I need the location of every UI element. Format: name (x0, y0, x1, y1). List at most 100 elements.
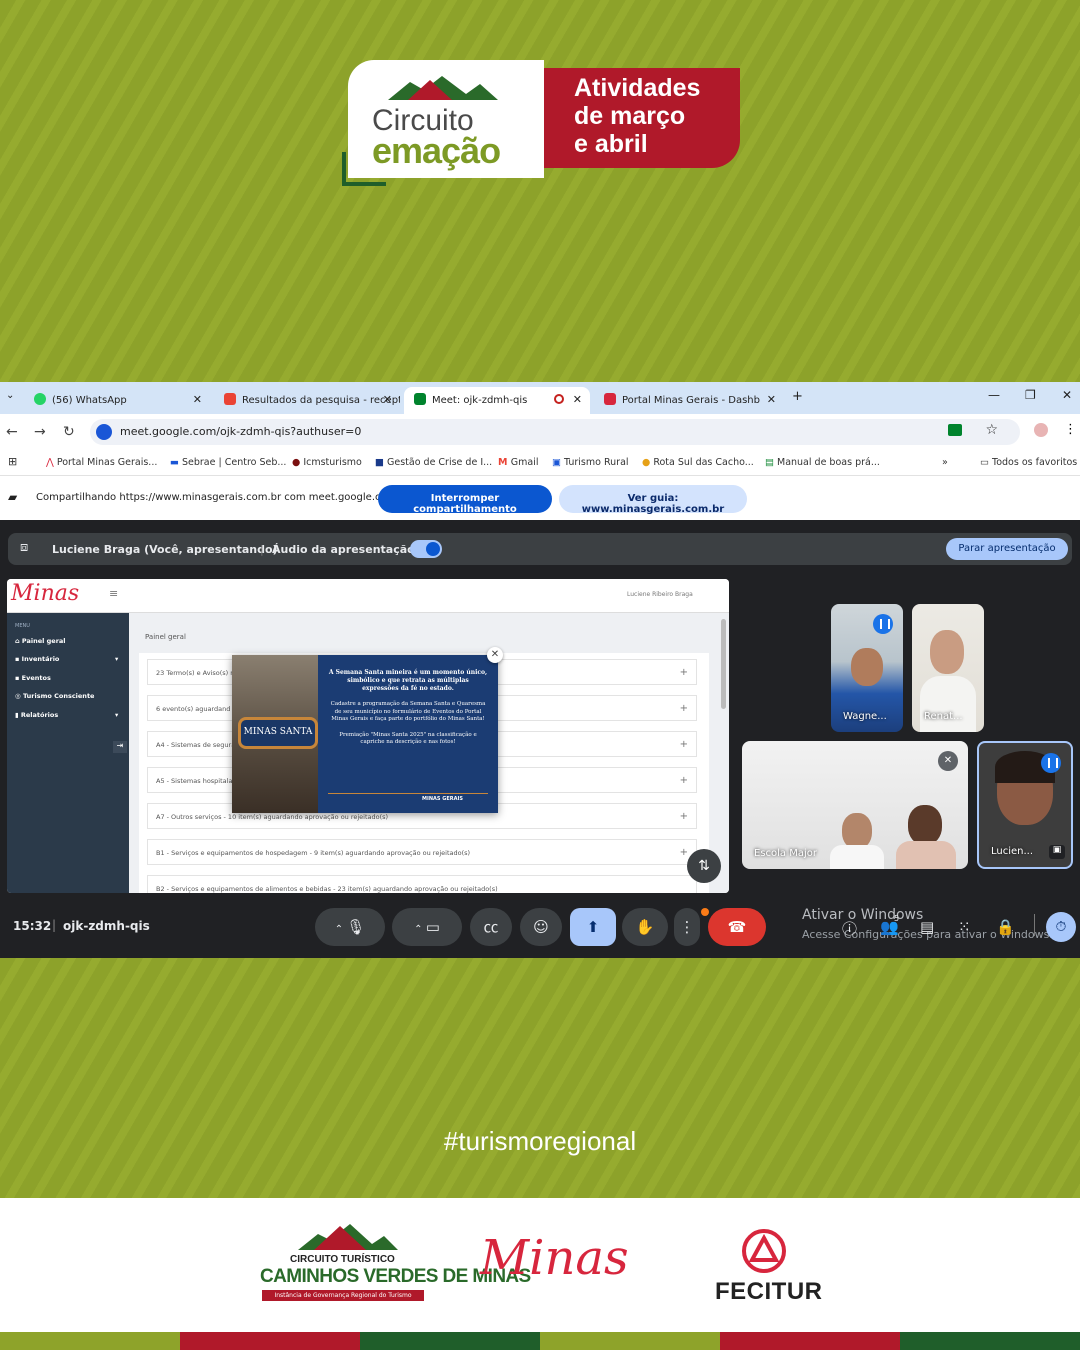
back-icon[interactable]: ← (6, 424, 18, 440)
circuito-mountain-logo (298, 1224, 398, 1250)
bookmark-item[interactable]: ● Rota Sul das Cacho... (642, 457, 754, 468)
tab-search-icon[interactable]: ⌄ (6, 390, 14, 401)
bookmark-item[interactable]: ▤ Manual de boas prá... (765, 457, 880, 468)
minimize-icon[interactable]: — (988, 388, 1000, 402)
participant-tile[interactable]: Lucien... ▣ (977, 741, 1073, 869)
bookmark-item[interactable]: ■ Gestão de Crise de I... (375, 457, 492, 468)
emoji-button[interactable]: ☺ (520, 908, 562, 946)
participant-tile[interactable]: ✕ Escola Major (742, 741, 968, 869)
raise-hand-button[interactable]: ✋ (622, 908, 668, 946)
chat-icon[interactable]: ▤ (920, 918, 934, 936)
close-icon[interactable]: ✕ (573, 393, 582, 406)
tab-meet[interactable]: Meet: ojk-zdmh-qis ✕ (404, 387, 590, 414)
site-info-icon[interactable] (96, 424, 112, 440)
captions-button[interactable]: ㏄ (470, 908, 512, 946)
popup-close-button[interactable]: ✕ (487, 647, 503, 663)
minas-icon: ⋀ (46, 457, 57, 468)
meeting-code: ojk-zdmh-qis (63, 919, 150, 933)
close-icon[interactable]: ✕ (383, 393, 392, 406)
hamburger-icon[interactable]: ≡ (109, 587, 118, 600)
participant-count: 5 (894, 914, 900, 923)
stop-presenting-button[interactable]: Parar apresentação (946, 538, 1068, 560)
mic-button[interactable]: ⌃ 🎙 (315, 908, 385, 946)
participant-tile[interactable]: Renat... (912, 604, 984, 732)
plus-icon[interactable]: + (680, 739, 688, 750)
view-tab-button[interactable]: Ver guia: www.minasgerais.com.br (559, 485, 747, 515)
profile-avatar[interactable] (1034, 423, 1048, 437)
tab-portal[interactable]: Portal Minas Gerais - Dashb ✕ (594, 387, 784, 414)
pip-icon[interactable]: ▣ (1049, 845, 1065, 859)
url-input[interactable]: meet.google.com/ojk-zdmh-qis?authuser=0 … (90, 419, 1020, 445)
reload-icon[interactable]: ↻ (63, 424, 75, 440)
new-tab-icon[interactable]: + (792, 389, 803, 404)
participant-name: Lucien... (991, 846, 1034, 857)
bookmark-item[interactable]: ▬ Sebrae | Centro Seb... (170, 457, 286, 468)
sidebar-item-relatorios[interactable]: ▮ Relatórios (15, 711, 58, 719)
collapse-icon[interactable]: ⇥ (113, 741, 127, 753)
close-icon[interactable]: ✕ (193, 393, 202, 406)
more-bookmarks-icon[interactable]: » (942, 457, 948, 468)
forward-icon[interactable]: → (34, 424, 46, 440)
screen-share-icon: ▰ (8, 490, 18, 504)
sidebar-item-inventario[interactable]: ▪ Inventário (15, 655, 59, 663)
activities-icon[interactable]: ⁙ (958, 918, 971, 936)
stripe (720, 1332, 900, 1350)
swap-icon[interactable]: ⇅ (687, 849, 721, 883)
lock-icon[interactable]: 🔒 (996, 918, 1015, 936)
address-bar: ← → ↻ meet.google.com/ojk-zdmh-qis?authu… (0, 414, 1080, 450)
timer-icon[interactable]: ⏱ (1046, 912, 1076, 942)
kebab-menu-icon[interactable]: ⋮ (1064, 422, 1077, 437)
bookmark-item[interactable]: ● Icmsturismo (292, 457, 362, 468)
restore-icon[interactable]: ❐ (1025, 388, 1036, 402)
plus-icon[interactable]: + (680, 775, 688, 786)
minas-logo: Minas (480, 1230, 629, 1286)
all-bookmarks[interactable]: ▭ Todos os favoritos (980, 457, 1077, 468)
home-icon: ⌂ (15, 637, 22, 645)
more-options-button[interactable]: ⋮ (674, 908, 700, 946)
star-icon[interactable]: ☆ (985, 422, 998, 438)
tab-label: Portal Minas Gerais - Dashb (622, 395, 760, 406)
sidebar-item-painel[interactable]: ⌂ Painel geral (15, 637, 66, 645)
minas-santa-badge: MINAS SANTA (238, 717, 318, 749)
plus-icon[interactable]: + (680, 667, 688, 678)
tab-label: Meet: ojk-zdmh-qis (432, 395, 528, 406)
bookmark-item[interactable]: ▣ Turismo Rural (552, 457, 629, 468)
bookmark-item[interactable]: M Gmail (498, 457, 538, 468)
apps-icon[interactable]: ⊞ (8, 455, 17, 468)
user-name[interactable]: Luciene Ribeiro Braga (627, 591, 693, 598)
mic-off-icon: ✕ (938, 751, 958, 771)
present-button[interactable]: ⬆ (570, 908, 616, 946)
participant-tile[interactable]: Wagne... (831, 604, 903, 732)
tab-gmail[interactable]: Resultados da pesquisa - recepti ✕ (214, 387, 400, 414)
tab-whatsapp[interactable]: (56) WhatsApp ✕ (24, 387, 210, 414)
close-icon[interactable]: ✕ (767, 393, 776, 406)
plus-icon[interactable]: + (680, 811, 688, 822)
list-item[interactable]: B1 - Serviços e equipamentos de hospedag… (147, 839, 697, 865)
sidebar-item-turismo[interactable]: ◎ Turismo Consciente (15, 692, 94, 700)
stripe (540, 1332, 720, 1350)
participant-name: Escola Major (754, 848, 817, 859)
chevron-down-icon: ▾ (115, 655, 119, 663)
end-call-button[interactable]: ☎ (708, 908, 766, 946)
whatsapp-icon (34, 393, 46, 405)
meet-ext-icon[interactable] (948, 424, 962, 436)
audio-toggle[interactable] (410, 540, 442, 558)
scrollbar[interactable] (721, 619, 726, 709)
portal-header: Minas ≡ Luciene Ribeiro Braga (7, 579, 729, 613)
meeting-time: 15:32 (13, 919, 52, 933)
sidebar-item-eventos[interactable]: ▪ Eventos (15, 674, 51, 682)
shared-screen: Minas ≡ Luciene Ribeiro Braga MENU ⌂ Pai… (7, 579, 729, 893)
stop-sharing-button[interactable]: Interromper compartilhamento (378, 485, 552, 515)
browser-tabbar: ⌄ (56) WhatsApp ✕ Resultados da pesquisa … (0, 382, 1080, 414)
plus-icon[interactable]: + (680, 703, 688, 714)
camera-button[interactable]: ⌃ ▭ (392, 908, 462, 946)
info-icon[interactable]: ⓘ (842, 918, 857, 939)
plus-icon[interactable]: + (680, 847, 688, 858)
folder-icon: ▭ (980, 457, 992, 468)
list-item[interactable]: B2 - Serviços e equipamentos de alimento… (147, 875, 697, 893)
hand-icon: ✋ (635, 918, 655, 936)
bookmark-item[interactable]: ⋀ Portal Minas Gerais... (46, 457, 157, 468)
window-close-icon[interactable]: ✕ (1062, 388, 1072, 402)
audio-label: Áudio da apresentação (272, 543, 415, 556)
divider (1034, 914, 1035, 936)
